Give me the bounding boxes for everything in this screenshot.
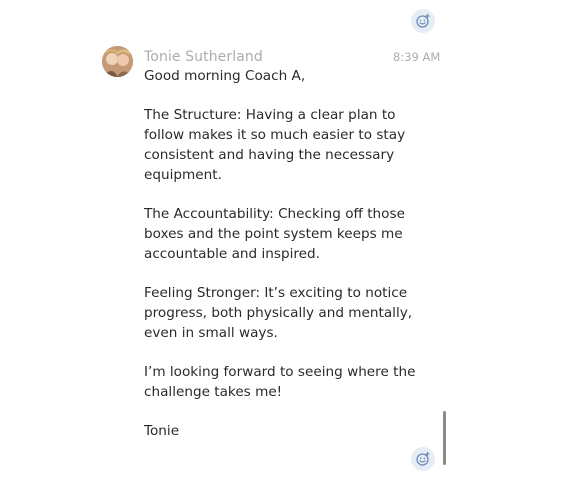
add-reaction-icon [416, 13, 430, 28]
add-reaction-button-bottom[interactable] [411, 447, 435, 471]
avatar[interactable] [102, 46, 133, 77]
message-timestamp: 8:39 AM [393, 50, 441, 64]
message-paragraph: I’m looking forward to seeing where the … [144, 364, 416, 400]
message-paragraph: Feeling Stronger: It’s exciting to notic… [144, 285, 413, 341]
add-reaction-button-top[interactable] [411, 9, 435, 33]
message-paragraph: Good morning Coach A, [144, 68, 306, 84]
message-thread: Tonie Sutherland 8:39 AM Good morning Co… [0, 0, 570, 480]
message-paragraph: The Structure: Having a clear plan to fo… [144, 107, 406, 183]
message-body: Good morning Coach A, The Structure: Hav… [144, 66, 439, 460]
message-paragraph: Tonie [144, 423, 180, 439]
scrollbar-thumb[interactable] [443, 411, 446, 465]
add-reaction-icon [416, 451, 430, 466]
user-avatar [102, 46, 133, 77]
message-paragraph: The Accountability: Checking off those b… [144, 206, 405, 262]
sender-name[interactable]: Tonie Sutherland [144, 49, 263, 65]
